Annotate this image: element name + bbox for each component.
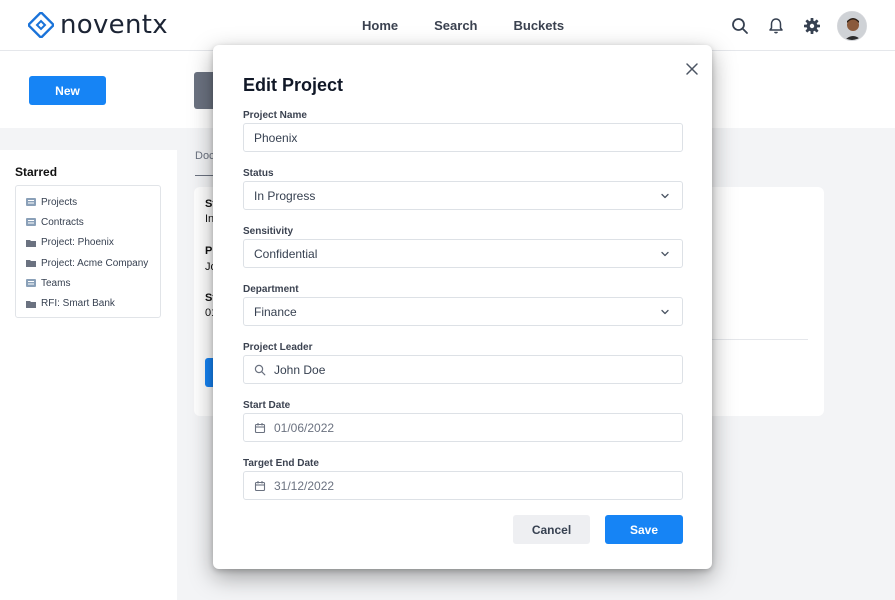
status-select[interactable]: In Progress (243, 181, 683, 210)
modal-title: Edit Project (243, 75, 344, 95)
project-leader-input[interactable]: John Doe (243, 355, 683, 384)
app-name: noventx (60, 10, 168, 40)
project-leader-label: Project Leader (243, 342, 313, 353)
top-icons (729, 11, 867, 41)
starred-item-label: Project: Phoenix (41, 237, 114, 249)
tab-underline (195, 175, 215, 176)
calendar-icon (254, 480, 266, 492)
starred-item-label: Contracts (41, 216, 84, 228)
folder-icon (26, 300, 36, 308)
starred-item-project-acme[interactable]: Project: Acme Company (26, 253, 160, 273)
nav-buckets[interactable]: Buckets (514, 18, 565, 33)
project-name-input[interactable]: Phoenix (243, 123, 683, 152)
main-nav: Home Search Buckets (362, 18, 564, 33)
start-date-input[interactable]: 01/06/2022 (243, 413, 683, 442)
starred-item-contracts[interactable]: Contracts (26, 212, 160, 232)
starred-item-label: RFI: Smart Bank (41, 298, 115, 310)
starred-list: Projects Contracts Project: Phoenix Proj… (15, 185, 161, 318)
start-date-value: 01/06/2022 (274, 420, 335, 435)
list-icon (26, 279, 36, 288)
sensitivity-value: Confidential (254, 246, 318, 261)
department-value: Finance (254, 304, 297, 319)
gear-icon[interactable] (801, 15, 823, 37)
chevron-down-icon (661, 251, 669, 257)
status-value: In Progress (254, 188, 316, 203)
avatar[interactable] (837, 11, 867, 41)
target-end-date-label: Target End Date (243, 458, 319, 469)
top-bar: noventx Home Search Buckets (0, 0, 895, 51)
starred-item-label: Project: Acme Company (41, 257, 149, 269)
list-icon (26, 218, 36, 227)
logo-mark-icon (28, 12, 54, 38)
chevron-down-icon (661, 193, 669, 199)
department-select[interactable]: Finance (243, 297, 683, 326)
sensitivity-select[interactable]: Confidential (243, 239, 683, 268)
project-leader-value: John Doe (274, 362, 326, 377)
divider (705, 339, 808, 340)
starred-item-label: Projects (41, 196, 78, 208)
list-icon (26, 198, 36, 207)
starred-item-projects[interactable]: Projects (26, 192, 160, 212)
project-name-label: Project Name (243, 110, 307, 121)
chevron-down-icon (661, 309, 669, 315)
starred-item-label: Teams (41, 277, 71, 289)
cancel-button[interactable]: Cancel (513, 515, 590, 544)
project-name-value: Phoenix (254, 130, 298, 145)
nav-home[interactable]: Home (362, 18, 398, 33)
folder-icon (26, 259, 36, 268)
target-end-date-value: 31/12/2022 (274, 478, 335, 493)
starred-item-project-phoenix[interactable]: Project: Phoenix (26, 233, 160, 253)
logo[interactable]: noventx (28, 10, 168, 40)
starred-item-teams[interactable]: Teams (26, 273, 160, 293)
starred-title: Starred (15, 165, 58, 179)
edit-project-modal: Edit Project Project Name Phoenix Status… (213, 45, 712, 569)
target-end-date-input[interactable]: 31/12/2022 (243, 471, 683, 500)
search-icon[interactable] (729, 15, 751, 37)
save-button[interactable]: Save (605, 515, 683, 544)
folder-icon (26, 239, 36, 247)
tab-doc[interactable]: Doc (195, 150, 215, 162)
search-icon (254, 364, 266, 376)
new-button[interactable]: New (29, 76, 106, 105)
close-icon[interactable] (684, 61, 700, 77)
bell-icon[interactable] (765, 15, 787, 37)
status-label: Status (243, 168, 274, 179)
nav-search[interactable]: Search (434, 18, 477, 33)
department-label: Department (243, 284, 299, 295)
calendar-icon (254, 422, 266, 434)
starred-item-rfi-smart-bank[interactable]: RFI: Smart Bank (26, 293, 160, 313)
sensitivity-label: Sensitivity (243, 226, 294, 237)
start-date-label: Start Date (243, 400, 291, 411)
